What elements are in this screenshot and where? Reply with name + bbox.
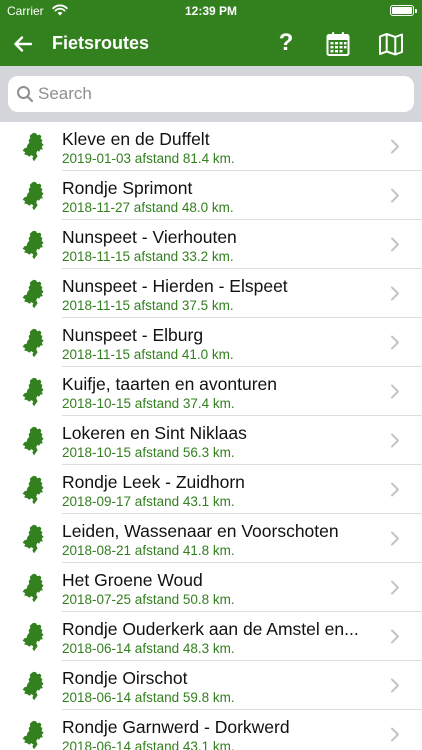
chevron-right-icon	[391, 727, 399, 742]
chevron-right-icon	[391, 188, 399, 203]
route-details: 2018-09-17 afstand 43.1 km.	[62, 494, 235, 509]
netherlands-map-icon	[21, 328, 45, 358]
route-details: 2018-06-14 afstand 43.1 km.	[62, 739, 235, 750]
netherlands-map-icon	[21, 573, 45, 603]
help-button[interactable]: ?	[274, 29, 298, 59]
route-title: Nunspeet - Elburg	[62, 325, 204, 345]
route-title: Nunspeet - Vierhouten	[62, 227, 237, 247]
route-row[interactable]: Rondje Garnwerd - Dorkwerd 2018-06-14 afs…	[0, 710, 422, 750]
route-title: Rondje Garnwerd - Dorkwerd	[62, 717, 290, 737]
status-bar: Carrier 12:39 PM	[0, 0, 422, 22]
chevron-right-icon	[391, 678, 399, 693]
chevron-right-icon	[391, 286, 399, 301]
route-title: Rondje Ouderkerk aan de Amstel en...	[62, 619, 359, 639]
arrow-left-icon[interactable]	[10, 31, 36, 57]
route-title: Rondje Sprimont	[62, 178, 193, 198]
route-details: 2018-08-21 afstand 41.8 km.	[62, 543, 235, 558]
map-icon[interactable]	[378, 31, 404, 57]
route-details: 2018-11-15 afstand 41.0 km.	[62, 347, 234, 362]
netherlands-map-icon	[21, 132, 45, 162]
route-row[interactable]: Kleve en de Duffelt 2019-01-03 afstand 81…	[0, 122, 422, 171]
route-details: 2018-06-14 afstand 48.3 km.	[62, 641, 235, 656]
route-title: Het Groene Woud	[62, 570, 203, 590]
netherlands-map-icon	[21, 377, 45, 407]
route-details: 2018-11-15 afstand 37.5 km.	[62, 298, 234, 313]
search-icon	[17, 86, 34, 103]
route-details: 2018-10-15 afstand 37.4 km.	[62, 396, 235, 411]
route-row[interactable]: Rondje Sprimont 2018-11-27 afstand 48.0 k…	[0, 171, 422, 220]
battery-icon	[390, 5, 417, 16]
netherlands-map-icon	[21, 524, 45, 554]
clock: 12:39 PM	[184, 4, 238, 18]
route-details: 2018-10-15 afstand 56.3 km.	[62, 445, 235, 460]
chevron-right-icon	[391, 629, 399, 644]
chevron-right-icon	[391, 384, 399, 399]
route-row[interactable]: Het Groene Woud 2018-07-25 afstand 50.8 k…	[0, 563, 422, 612]
netherlands-map-icon	[21, 622, 45, 652]
calendar-icon[interactable]	[326, 31, 350, 57]
netherlands-map-icon	[21, 181, 45, 211]
route-details: 2018-07-25 afstand 50.8 km.	[62, 592, 235, 607]
navigation-bar: Fietsroutes ?	[0, 22, 422, 66]
netherlands-map-icon	[21, 671, 45, 701]
search-bar	[0, 66, 422, 122]
route-title: Lokeren en Sint Niklaas	[62, 423, 247, 443]
netherlands-map-icon	[21, 230, 45, 260]
route-title: Rondje Oirschot	[62, 668, 188, 688]
search-input[interactable]	[38, 78, 398, 110]
route-row[interactable]: Rondje Ouderkerk aan de Amstel en... 2018…	[0, 612, 422, 661]
netherlands-map-icon	[21, 720, 45, 750]
chevron-right-icon	[391, 531, 399, 546]
chevron-right-icon	[391, 335, 399, 350]
chevron-right-icon	[391, 139, 399, 154]
route-details: 2018-11-27 afstand 48.0 km.	[62, 200, 234, 215]
chevron-right-icon	[391, 580, 399, 595]
route-details: 2018-06-14 afstand 59.8 km.	[62, 690, 235, 705]
route-row[interactable]: Rondje Leek - Zuidhorn 2018-09-17 afstand…	[0, 465, 422, 514]
route-row[interactable]: Rondje Oirschot 2018-06-14 afstand 59.8 k…	[0, 661, 422, 710]
route-row[interactable]: Nunspeet - Hierden - Elspeet 2018-11-15 a…	[0, 269, 422, 318]
page-title: Fietsroutes	[52, 33, 150, 53]
route-row[interactable]: Lokeren en Sint Niklaas 2018-10-15 afstan…	[0, 416, 422, 465]
search-field[interactable]	[8, 76, 414, 112]
route-details: 2018-11-15 afstand 33.2 km.	[62, 249, 234, 264]
netherlands-map-icon	[21, 426, 45, 456]
chevron-right-icon	[391, 482, 399, 497]
app-header: Carrier 12:39 PM Fietsroutes ?	[0, 0, 422, 66]
route-row[interactable]: Leiden, Wassenaar en Voorschoten 2018-08-…	[0, 514, 422, 563]
chevron-right-icon	[391, 237, 399, 252]
route-details: 2019-01-03 afstand 81.4 km.	[62, 151, 235, 166]
route-title: Rondje Leek - Zuidhorn	[62, 472, 245, 492]
chevron-right-icon	[391, 433, 399, 448]
route-title: Nunspeet - Hierden - Elspeet	[62, 276, 288, 296]
route-row[interactable]: Kuifje, taarten en avonturen 2018-10-15 a…	[0, 367, 422, 416]
route-row[interactable]: Nunspeet - Vierhouten 2018-11-15 afstand …	[0, 220, 422, 269]
route-row[interactable]: Nunspeet - Elburg 2018-11-15 afstand 41.0…	[0, 318, 422, 367]
netherlands-map-icon	[21, 475, 45, 505]
route-title: Kuifje, taarten en avonturen	[62, 374, 278, 394]
route-list: Kleve en de Duffelt 2019-01-03 afstand 81…	[0, 122, 422, 750]
route-title: Kleve en de Duffelt	[62, 129, 210, 149]
route-title: Leiden, Wassenaar en Voorschoten	[62, 521, 339, 541]
netherlands-map-icon	[21, 279, 45, 309]
